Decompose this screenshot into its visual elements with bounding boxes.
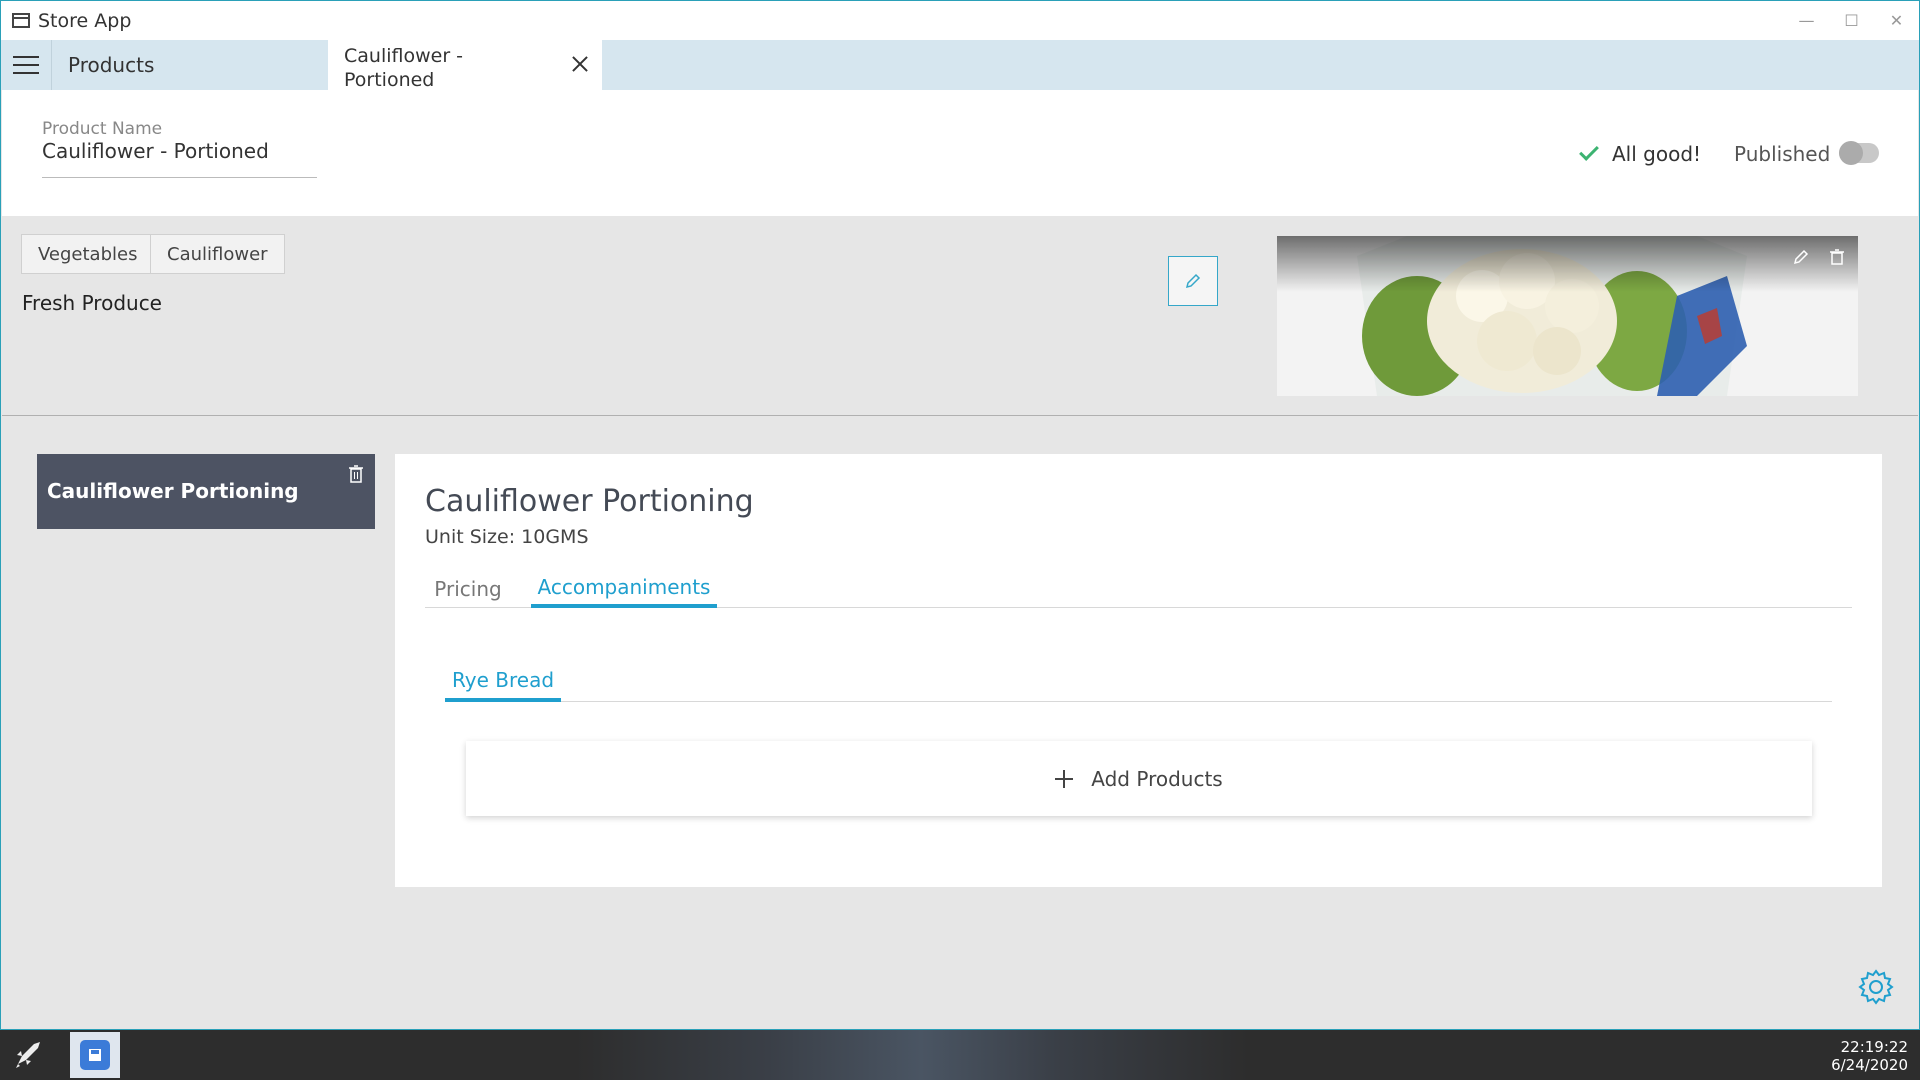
tab-products[interactable]: Products bbox=[52, 40, 327, 90]
settings-gear-icon[interactable] bbox=[1856, 967, 1896, 1007]
category-chip-cauliflower[interactable]: Cauliflower bbox=[150, 234, 285, 274]
add-products-button[interactable]: Add Products bbox=[466, 741, 1812, 816]
tab-label-line1: Cauliflower - bbox=[344, 45, 464, 67]
pencil-icon bbox=[1185, 273, 1201, 289]
trash-icon[interactable] bbox=[347, 464, 365, 484]
status-text: All good! bbox=[1612, 142, 1702, 166]
window-controls: — ☐ ✕ bbox=[1784, 1, 1919, 40]
variant-tabs: Pricing Accompaniments bbox=[425, 569, 1852, 608]
published-label: Published bbox=[1734, 142, 1831, 166]
edit-category-button[interactable] bbox=[1168, 256, 1218, 306]
tab-accompaniments[interactable]: Accompaniments bbox=[531, 569, 717, 608]
category-chip-vegetables[interactable]: Vegetables bbox=[21, 234, 155, 274]
product-name-label: Product Name bbox=[42, 119, 163, 139]
product-name-underline bbox=[42, 177, 317, 178]
category-section: Vegetables Cauliflower Fresh Produce bbox=[2, 216, 1918, 416]
check-icon bbox=[1579, 141, 1599, 161]
product-image bbox=[1277, 236, 1858, 396]
product-header: Product Name Cauliflower - Portioned All… bbox=[2, 90, 1918, 216]
product-name-field[interactable]: Cauliflower - Portioned bbox=[42, 139, 269, 163]
taskbar-store-app[interactable] bbox=[70, 1032, 120, 1078]
store-app-icon bbox=[80, 1040, 110, 1070]
variant-card[interactable]: Cauliflower Portioning bbox=[37, 454, 375, 529]
rocket-icon[interactable] bbox=[12, 1040, 44, 1070]
tab-pricing[interactable]: Pricing bbox=[425, 569, 511, 608]
unit-size: Unit Size: 10GMS bbox=[425, 526, 589, 548]
taskbar: 22:19:22 6/24/2020 bbox=[0, 1030, 1920, 1080]
window-title: Store App bbox=[38, 9, 132, 32]
hamburger-menu-icon[interactable] bbox=[1, 40, 52, 90]
variant-card-title: Cauliflower Portioning bbox=[47, 479, 299, 503]
window-icon bbox=[12, 13, 30, 28]
close-tab-icon[interactable] bbox=[568, 52, 592, 76]
clock-date: 6/24/2020 bbox=[1831, 1056, 1908, 1074]
taskbar-clock: 22:19:22 6/24/2020 bbox=[1831, 1038, 1908, 1074]
category-group: Fresh Produce bbox=[22, 291, 162, 315]
subtab-rye-bread[interactable]: Rye Bread bbox=[445, 662, 561, 702]
cauliflower-photo bbox=[1277, 236, 1858, 396]
clock-time: 22:19:22 bbox=[1840, 1038, 1908, 1056]
published-toggle[interactable] bbox=[1839, 141, 1879, 165]
delete-image-icon[interactable] bbox=[1828, 248, 1846, 266]
tab-cauliflower-portioned[interactable]: Cauliflower - Portioned bbox=[328, 40, 602, 91]
title-bar: Store App — ☐ ✕ bbox=[1, 1, 1919, 40]
tab-bar: Products Cauliflower - Portioned bbox=[1, 40, 1919, 91]
plus-icon bbox=[1055, 769, 1074, 788]
tab-label-line2: Portioned bbox=[344, 69, 435, 91]
close-button[interactable]: ✕ bbox=[1874, 1, 1919, 40]
maximize-button[interactable]: ☐ bbox=[1829, 1, 1874, 40]
variant-title: Cauliflower Portioning bbox=[425, 484, 754, 519]
image-tools bbox=[1792, 248, 1846, 266]
app-window: Store App — ☐ ✕ Products Cauliflower - P… bbox=[0, 0, 1920, 1030]
status-indicator: All good! bbox=[1579, 141, 1702, 166]
add-products-label: Add Products bbox=[1091, 766, 1223, 791]
variant-detail-panel: Cauliflower Portioning Unit Size: 10GMS … bbox=[395, 454, 1882, 887]
accompaniment-tabs: Rye Bread bbox=[445, 662, 1832, 702]
edit-image-icon[interactable] bbox=[1792, 248, 1810, 266]
minimize-button[interactable]: — bbox=[1784, 1, 1829, 40]
